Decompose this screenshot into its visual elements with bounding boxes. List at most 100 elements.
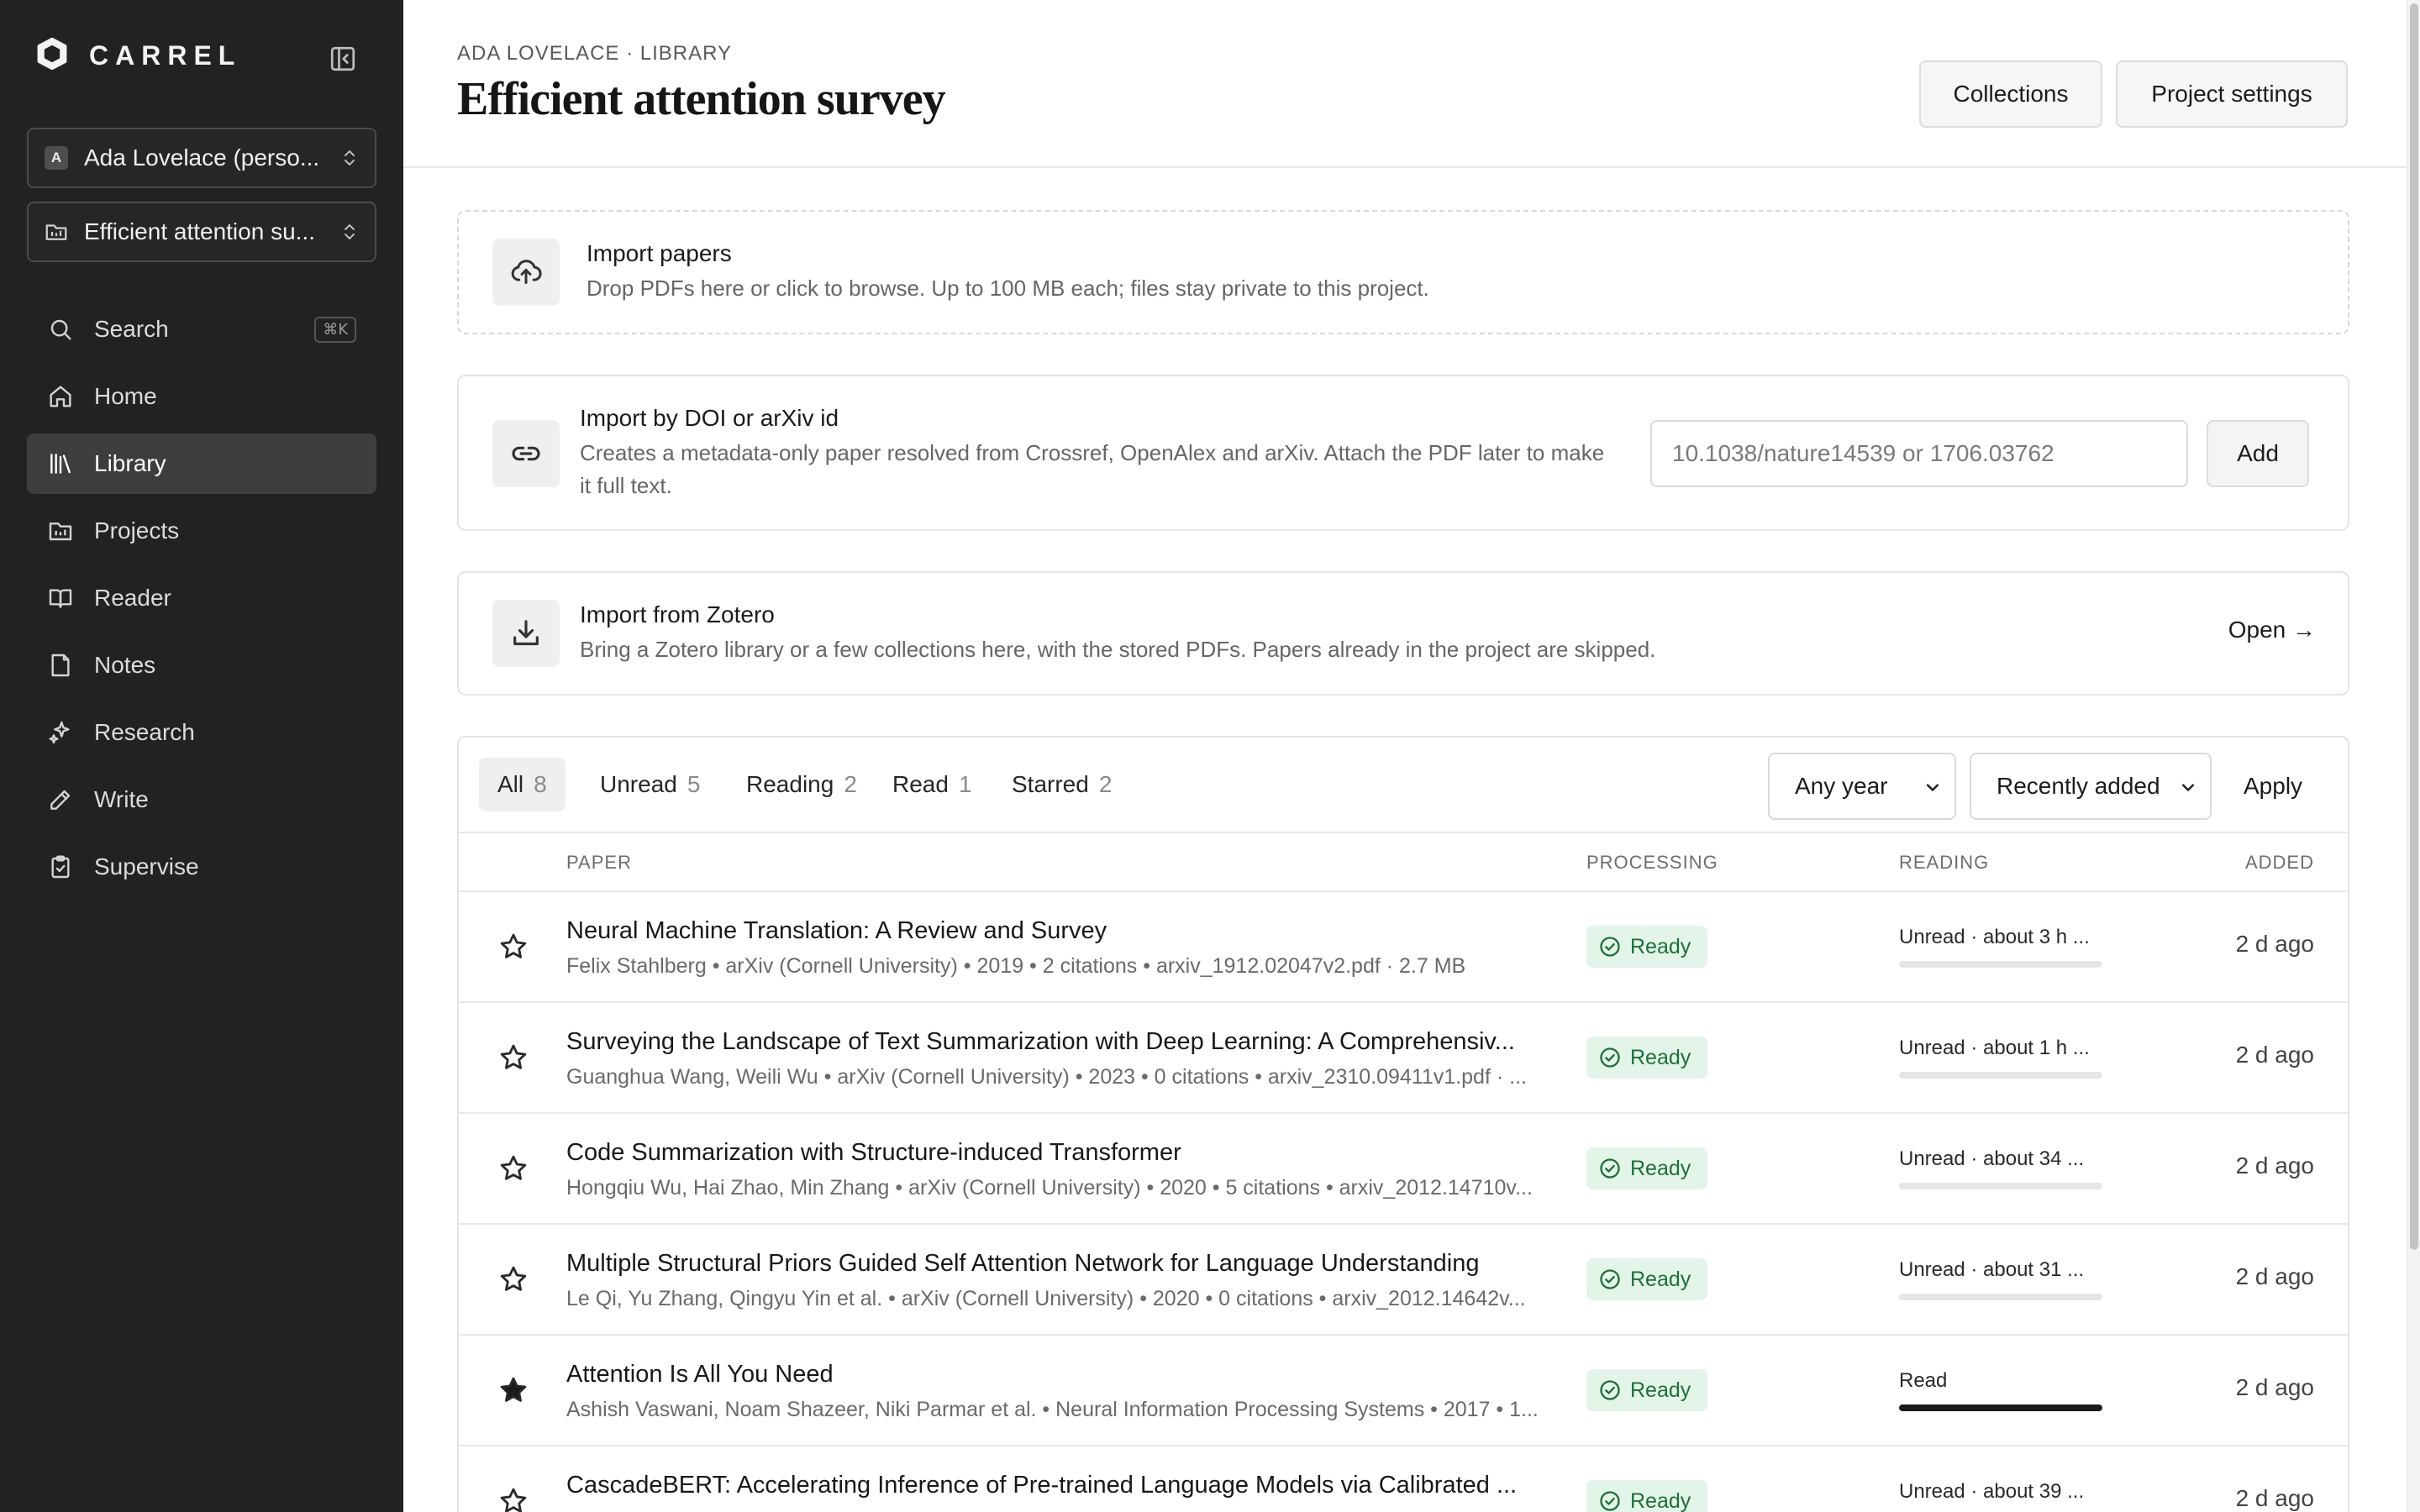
paper-meta: Ashish Vaswani, Noam Shazeer, Niki Parma… [566,1398,1539,1421]
column-processing[interactable]: PROCESSING [1586,852,1718,874]
tab-reading[interactable]: Reading 2 [728,758,876,811]
collapse-sidebar-icon[interactable] [328,44,358,74]
year-select-value: Any year [1795,773,1888,799]
carrel-logo-icon [34,35,71,76]
sidebar-item-research[interactable]: Research [27,702,376,763]
project-settings-button[interactable]: Project settings [2116,60,2348,128]
paper-meta: Felix Stahlberg • arXiv (Cornell Univers… [566,954,1466,978]
table-row[interactable]: CascadeBERT: Accelerating Inference of P… [459,1446,2348,1512]
added-date: 2 d ago [2235,931,2314,957]
sidebar-item-projects[interactable]: Projects [27,501,376,561]
star-icon[interactable] [497,931,529,963]
workspace-avatar: A [45,146,68,170]
table-row[interactable]: Neural Machine Translation: A Review and… [459,892,2348,1003]
paper-title[interactable]: CascadeBERT: Accelerating Inference of P… [566,1472,1585,1499]
star-icon[interactable] [497,1042,529,1074]
library-table: All 8 Unread 5 Reading 2 Read 1 Starred 2 Any… [457,736,2349,1512]
tab-starred[interactable]: Starred 2 [993,758,1130,811]
import-zotero-title: Import from Zotero [580,601,775,627]
added-date: 2 d ago [2235,1485,2314,1511]
table-row[interactable]: Code Summarization with Structure-induce… [459,1114,2348,1225]
sidebar-item-label: Supervise [94,853,199,879]
paper-title[interactable]: Attention Is All You Need [566,1361,1585,1389]
sort-select[interactable]: Recently added [1970,753,2212,820]
sidebar-item-home[interactable]: Home [27,366,376,427]
reading-status: Unread · about 31 ... [1899,1258,2085,1281]
reading-status: Read [1899,1369,1948,1392]
reading-status: Unread · about 1 h ... [1899,1037,2090,1059]
apply-button[interactable]: Apply [2233,764,2312,808]
status-badge: Ready [1586,1147,1708,1189]
project-folder-icon [45,224,67,240]
import-papers-title: Import papers [587,240,732,266]
status-badge: Ready [1586,1258,1708,1300]
sidebar-item-label: Library [94,450,166,476]
paper-title[interactable]: Multiple Structural Priors Guided Self A… [566,1250,1585,1278]
added-date: 2 d ago [2235,1263,2314,1289]
star-icon[interactable] [497,1374,529,1406]
tab-all[interactable]: All 8 [479,758,566,811]
shortcut-hint: ⌘K [314,316,356,343]
sidebar-item-label: Projects [94,517,180,543]
scrollbar-thumb[interactable] [2410,3,2418,1250]
collections-button[interactable]: Collections [1919,60,2102,128]
check-circle-icon [1600,1158,1620,1179]
paper-title[interactable]: Neural Machine Translation: A Review and… [566,917,1585,945]
link-icon [492,420,560,487]
tab-label: Read [892,771,949,797]
paper-title[interactable]: Code Summarization with Structure-induce… [566,1139,1585,1167]
paper-title[interactable]: Surveying the Landscape of Text Summariz… [566,1028,1585,1056]
sidebar-item-label: Notes [94,652,156,678]
sidebar-item-search[interactable]: Search ⌘K [27,299,376,360]
import-doi-title: Import by DOI or arXiv id [580,405,839,431]
doi-input[interactable] [1650,420,2188,487]
tab-read[interactable]: Read 1 [874,758,991,811]
sidebar-item-reader[interactable]: Reader [27,568,376,628]
table-row[interactable]: Attention Is All You Need Ashish Vaswani… [459,1336,2348,1446]
brand-name: CARREL [89,39,242,71]
search-icon [50,319,71,340]
import-papers-dropzone[interactable]: Import papers Drop PDFs here or click to… [457,210,2349,334]
chevron-updown-icon [345,224,355,239]
paper-meta: Guanghua Wang, Weili Wu • arXiv (Cornell… [566,1065,1527,1089]
project-switcher[interactable]: Efficient attention su... [27,202,376,262]
star-icon[interactable] [497,1485,529,1512]
status-label: Ready [1630,1045,1691,1069]
workspace-switcher[interactable]: A Ada Lovelace (perso... [27,128,376,188]
add-doi-button[interactable]: Add [2207,420,2309,487]
pen-icon [50,790,71,810]
import-papers-desc: Drop PDFs here or click to browse. Up to… [587,276,1429,301]
reading-status: Unread · about 3 h ... [1899,926,2090,948]
added-date: 2 d ago [2235,1374,2314,1400]
status-label: Ready [1630,1378,1691,1402]
column-added[interactable]: ADDED [2245,852,2314,874]
chevron-updown-icon [345,150,355,165]
tab-count: 8 [534,771,547,797]
tab-unread[interactable]: Unread 5 [581,758,718,811]
download-icon [492,600,560,667]
column-reading[interactable]: READING [1899,852,1989,874]
sidebar-item-notes[interactable]: Notes [27,635,376,696]
main-content: ADA LOVELACE · LIBRARY Efficient attenti… [403,0,2407,1512]
sidebar-item-library[interactable]: Library [27,433,376,494]
star-icon[interactable] [497,1263,529,1295]
brand[interactable]: CARREL [34,35,241,76]
sidebar-item-write[interactable]: Write [27,769,376,830]
tab-count: 2 [1098,771,1113,797]
table-row[interactable]: Multiple Structural Priors Guided Self A… [459,1225,2348,1336]
status-badge: Ready [1586,1037,1708,1079]
year-select[interactable]: Any year [1768,753,1956,820]
scrollbar[interactable] [2407,0,2420,1512]
check-circle-icon [1600,1380,1620,1400]
status-label: Ready [1630,1488,1691,1512]
reading-status: Unread · about 34 ... [1899,1147,2085,1170]
folder-icon [49,522,72,541]
tab-label: Starred [1012,771,1089,797]
table-row[interactable]: Surveying the Landscape of Text Summariz… [459,1003,2348,1114]
open-zotero-link[interactable]: Open → [2228,617,2316,643]
star-icon[interactable] [497,1152,529,1184]
table-body: Neural Machine Translation: A Review and… [459,892,2348,1512]
column-paper[interactable]: PAPER [566,852,632,874]
filter-bar: All 8 Unread 5 Reading 2 Read 1 Starred 2 Any… [459,738,2348,833]
sidebar-item-supervise[interactable]: Supervise [27,837,376,897]
